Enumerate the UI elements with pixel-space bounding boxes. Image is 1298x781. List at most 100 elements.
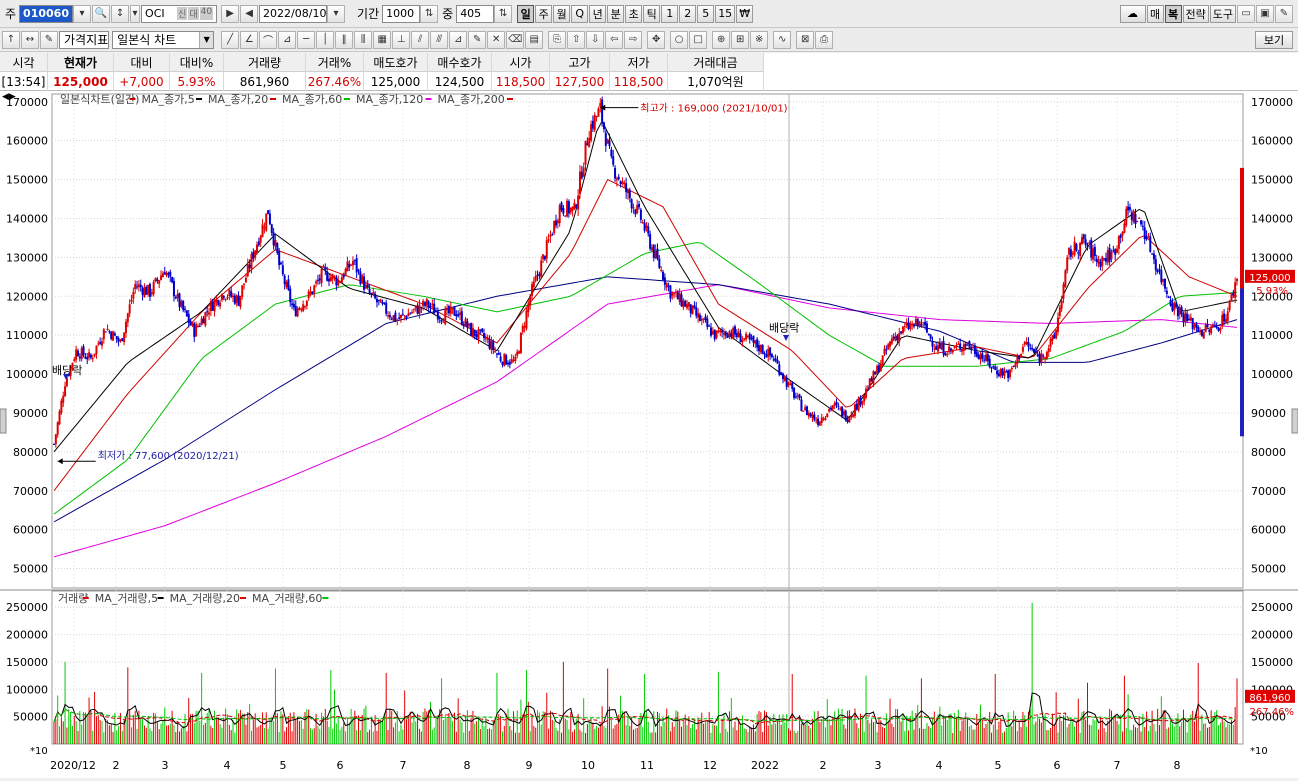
timeframe-tick[interactable]: 틱 [643, 5, 660, 23]
timeframe-day[interactable]: 일 [517, 5, 534, 23]
candle-body [618, 177, 620, 179]
dropdown-arrow-icon[interactable]: ▾ [73, 5, 91, 23]
back-icon[interactable]: ◀ [240, 5, 258, 23]
tools-button[interactable]: 도구 [1210, 5, 1236, 23]
angle-tool-icon[interactable]: ∠ [240, 31, 258, 49]
candle-body [880, 364, 882, 372]
candle-body [398, 317, 400, 319]
period-spin-icon[interactable]: ⇅ [420, 5, 438, 23]
move-icon[interactable]: ✥ [647, 31, 665, 49]
rectangle-icon[interactable]: □ [689, 31, 707, 49]
period-input[interactable]: 1000 [382, 5, 420, 23]
sort-icon[interactable]: ↕ [111, 5, 129, 23]
candle-body [612, 156, 614, 164]
eraser-icon[interactable]: ⌫ [506, 31, 524, 49]
search-icon[interactable]: 🔍 [92, 5, 110, 23]
edit-icon[interactable]: ✎ [40, 31, 58, 49]
timeframe-week[interactable]: 주 [535, 5, 552, 23]
candlestick-chart[interactable]: 1700001700001600001600001500001500001400… [0, 91, 1298, 778]
fibonacci-time-icon[interactable]: ⫼ [354, 31, 372, 49]
wrench-icon[interactable]: ✎ [1275, 5, 1293, 23]
timeframe-year[interactable]: 년 [589, 5, 606, 23]
timeframe-5[interactable]: 5 [697, 5, 714, 23]
strategy-button[interactable]: 전략 [1183, 5, 1209, 23]
save-icon[interactable]: ▣ [1256, 5, 1274, 23]
candle-body [372, 292, 374, 294]
candle-body [817, 419, 819, 425]
andrews-icon[interactable]: ⊥ [392, 31, 410, 49]
candle-body [1225, 319, 1227, 322]
parallel-icon[interactable]: ⫻ [430, 31, 448, 49]
fan-tool-icon[interactable]: ⊿ [278, 31, 296, 49]
pencil-icon[interactable]: ✎ [468, 31, 486, 49]
x-tick: 6 [1054, 759, 1061, 772]
open-folder-icon[interactable]: ▭ [1237, 5, 1255, 23]
select-icon[interactable]: ⊠ [796, 31, 814, 49]
timeframe-2[interactable]: 2 [679, 5, 696, 23]
cross-icon[interactable]: ✕ [487, 31, 505, 49]
timeframe-second[interactable]: 초 [625, 5, 642, 23]
channel-icon[interactable]: ⫽ [411, 31, 429, 49]
candle-body [134, 284, 136, 289]
zoom-box-icon[interactable]: ⊞ [731, 31, 749, 49]
candle-body [186, 310, 188, 316]
vertical-line-icon[interactable]: │ [316, 31, 334, 49]
candle-body [952, 350, 954, 353]
date-input[interactable]: 2022/08/10 [259, 5, 327, 23]
buy-button[interactable]: 매 [1147, 5, 1164, 23]
grid-tool-icon[interactable]: ▦ [373, 31, 391, 49]
candle-body [965, 344, 967, 346]
chart-area[interactable]: 1700001700001600001600001500001500001400… [0, 91, 1298, 778]
timeframe-quarter[interactable]: Q [571, 5, 588, 23]
stock-name-field[interactable]: OCI 신 대 40 [141, 5, 217, 23]
view-button[interactable]: 보기 [1255, 31, 1293, 49]
print-icon[interactable]: ⎙ [815, 31, 833, 49]
period-line-icon[interactable]: ‖ [335, 31, 353, 49]
indicator-combo[interactable]: 가격지표 [59, 31, 109, 49]
timeframe-month[interactable]: 월 [553, 5, 570, 23]
line-tool-icon[interactable]: ╱ [221, 31, 239, 49]
candle-body [1020, 354, 1022, 357]
horizontal-line-icon[interactable]: ─ [297, 31, 315, 49]
candle-body [334, 276, 336, 277]
mid-input[interactable]: 405 [456, 5, 494, 23]
candle-body [1011, 368, 1013, 369]
arrow-right-icon[interactable]: ⇨ [624, 31, 642, 49]
candle-body [614, 168, 616, 179]
chart-type-combo[interactable]: 일본식 차트 ▼ [112, 31, 214, 49]
timeframe-minute[interactable]: 분 [607, 5, 624, 23]
candle-body [1208, 330, 1210, 332]
copy-icon[interactable]: ⎘ [548, 31, 566, 49]
arrow-down-icon[interactable]: ⇩ [586, 31, 604, 49]
calendar-dropdown-icon[interactable]: ▾ [327, 5, 345, 23]
zoom-icon[interactable]: ⊕ [712, 31, 730, 49]
arrow-left-icon[interactable]: ⇦ [605, 31, 623, 49]
mid-spin-icon[interactable]: ⇅ [494, 5, 512, 23]
main-toolbar: 주 010060 ▾ 🔍 ↕ ▾ OCI 신 대 40 ▶ ◀ 2022/08/… [0, 0, 1298, 28]
expand-horizontal-icon[interactable]: ↔ [21, 31, 39, 49]
play-icon[interactable]: ▶ [221, 5, 239, 23]
candle-body [636, 205, 638, 213]
gann-icon[interactable]: ⊿ [449, 31, 467, 49]
candle-body [537, 275, 539, 276]
wave-icon[interactable]: ∿ [773, 31, 791, 49]
dropdown-arrow-icon[interactable]: ▾ [130, 5, 140, 23]
multi-button[interactable]: 복 [1165, 5, 1182, 23]
candle-body [819, 422, 821, 426]
timeframe-1[interactable]: 1 [661, 5, 678, 23]
candle-body [214, 300, 216, 311]
cloud-icon[interactable]: ☁ [1120, 5, 1146, 23]
timeframe-won[interactable]: ₩ [736, 5, 753, 23]
circle-icon[interactable]: ○ [670, 31, 688, 49]
pattern-icon[interactable]: ※ [750, 31, 768, 49]
candle-body [160, 276, 162, 280]
arrow-up-icon[interactable]: ⇧ [567, 31, 585, 49]
arrow-up-icon[interactable]: ↑ [2, 31, 20, 49]
stock-code-input[interactable]: 010060 [19, 5, 73, 23]
candle-body [332, 274, 334, 279]
candle-body [287, 279, 289, 289]
table-icon[interactable]: ▤ [525, 31, 543, 49]
timeframe-15[interactable]: 15 [715, 5, 735, 23]
candle-body [738, 331, 740, 337]
arc-tool-icon[interactable]: ⌒ [259, 31, 277, 49]
